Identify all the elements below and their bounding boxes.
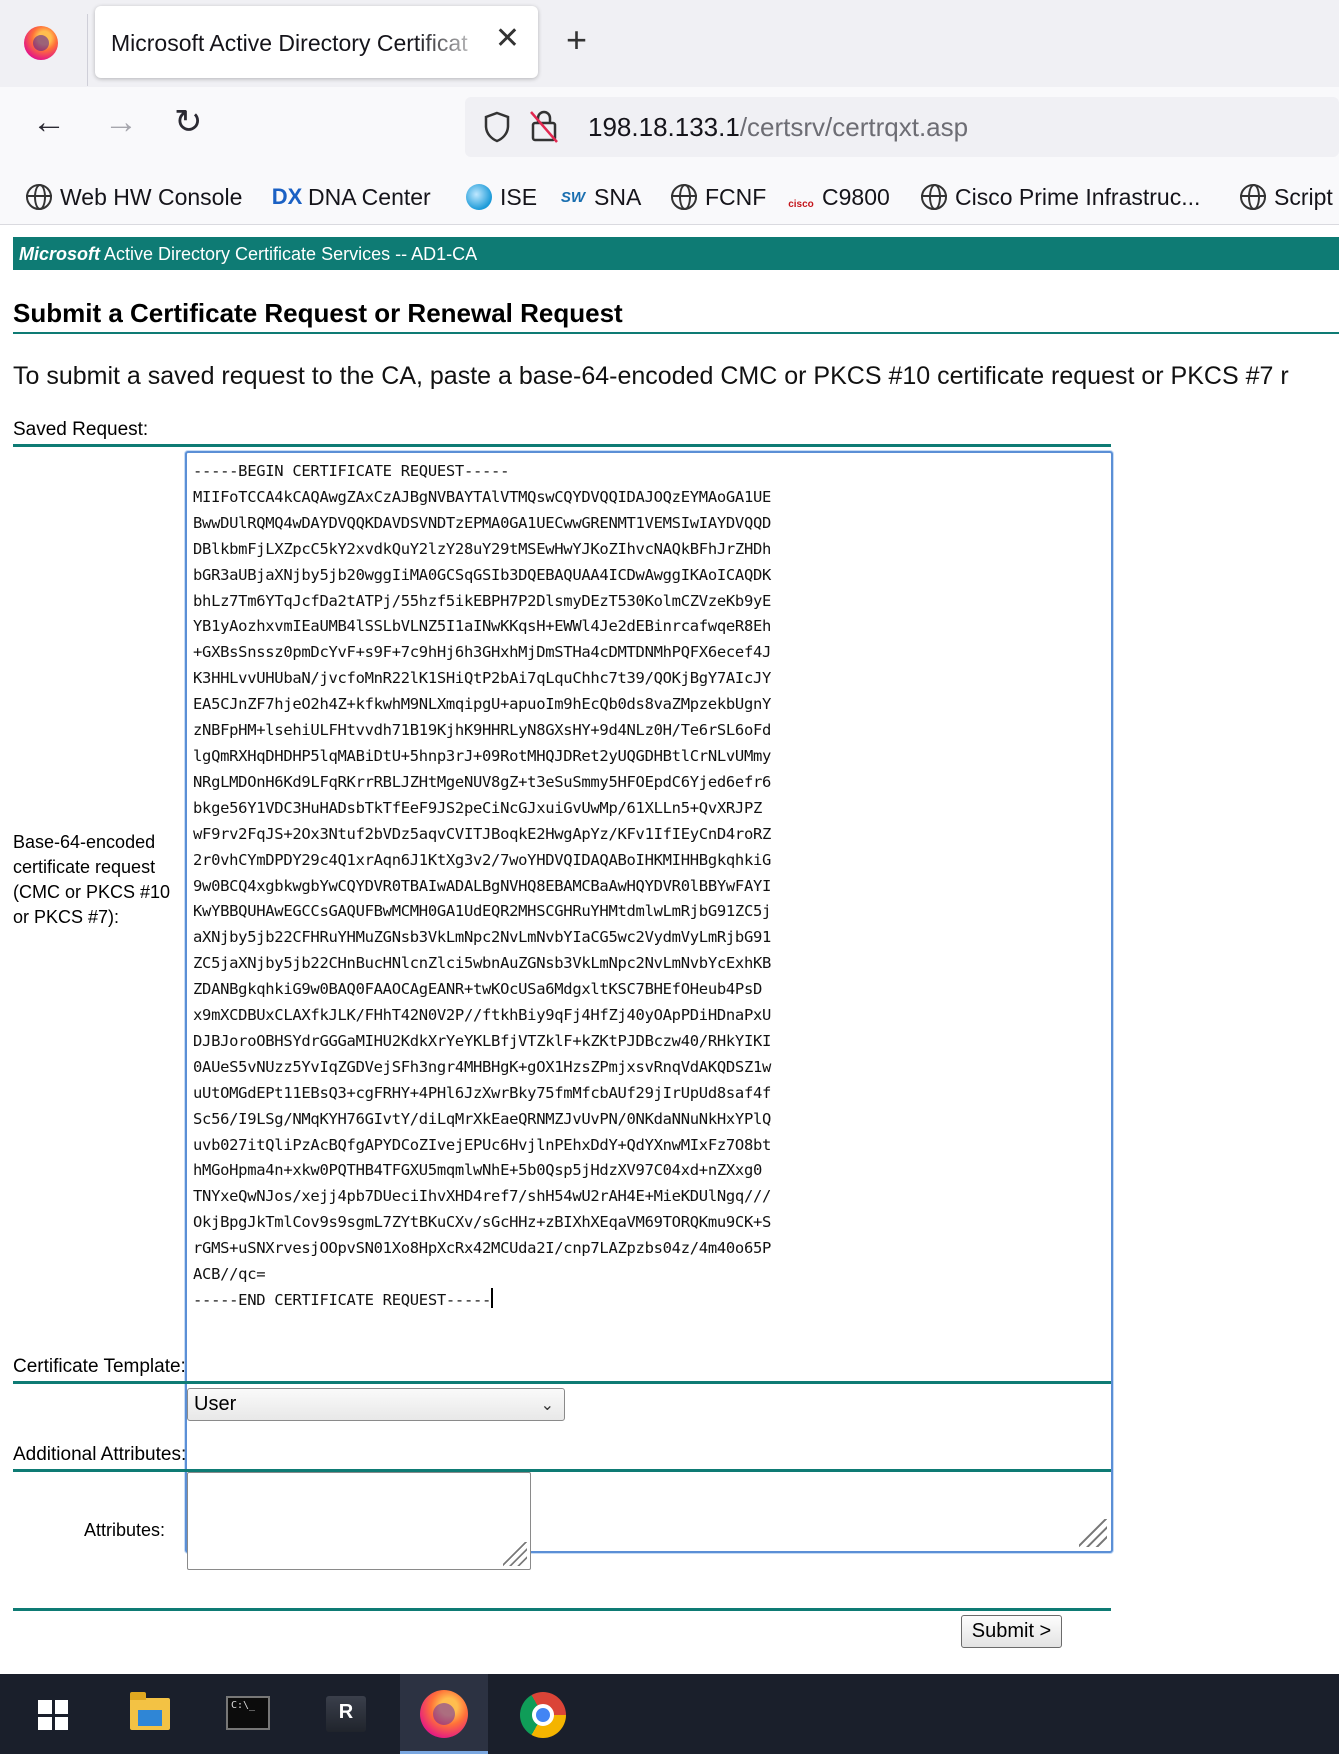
attributes-textarea[interactable]: [187, 1472, 531, 1570]
intro-text: To submit a saved request to the CA, pas…: [13, 362, 1289, 390]
start-button[interactable]: [6, 1674, 94, 1754]
tab-certsrv[interactable]: Microsoft Active Directory Certificat ✕: [95, 6, 538, 78]
bookmark-label: SNA: [594, 183, 642, 210]
sna-icon: SW: [560, 188, 586, 206]
header-brand: Microsoft: [19, 244, 100, 264]
tracking-protection-shield-icon[interactable]: [483, 111, 511, 143]
terminal-icon: [226, 1696, 270, 1730]
remote-desktop-manager-icon: R: [326, 1696, 366, 1732]
bookmark-script[interactable]: Script: [1240, 181, 1333, 213]
bookmark-web-hw-console[interactable]: Web HW Console: [26, 181, 242, 213]
globe-icon: [26, 184, 52, 210]
page-title: Submit a Certificate Request or Renewal …: [13, 298, 623, 328]
bookmark-label: Cisco Prime Infrastruc...: [955, 183, 1201, 210]
address-bar[interactable]: 198.18.133.1/certsrv/certrqxt.asp: [465, 97, 1339, 157]
new-tab-button[interactable]: +: [566, 22, 587, 58]
firefox-menu-icon[interactable]: [24, 26, 58, 60]
resize-grip-icon[interactable]: [503, 1542, 527, 1566]
globe-icon: [1240, 184, 1266, 210]
ca-header-bar: Microsoft Active Directory Certificate S…: [13, 237, 1339, 270]
taskbar-remote-desktop-manager[interactable]: R: [302, 1674, 390, 1754]
bookmark-ise[interactable]: ISE: [466, 181, 537, 213]
saved-request-label: Saved Request:: [13, 419, 149, 440]
form-bottom-divider: [13, 1608, 1111, 1611]
attributes-divider: [13, 1469, 1111, 1472]
insecure-lock-icon[interactable]: [529, 109, 559, 143]
reload-button[interactable]: ↻: [174, 105, 203, 139]
template-selected-value: User: [194, 1393, 237, 1415]
header-text: Active Directory Certificate Services --…: [100, 244, 478, 264]
taskbar-chrome[interactable]: [498, 1674, 586, 1754]
forward-button[interactable]: →: [104, 105, 138, 139]
tab-strip: Microsoft Active Directory Certificat ✕ …: [0, 0, 1339, 87]
close-tab-icon[interactable]: ✕: [495, 24, 520, 54]
taskbar-command-prompt[interactable]: [202, 1674, 290, 1754]
url-path: /certsrv/certrqxt.asp: [739, 112, 969, 142]
certificate-template-select[interactable]: User ⌄: [187, 1388, 565, 1421]
bookmark-label: DNA Center: [308, 183, 431, 210]
additional-attributes-label: Additional Attributes:: [13, 1444, 187, 1465]
saved-request-divider: [13, 444, 1111, 447]
resize-grip-icon[interactable]: [1079, 1519, 1107, 1547]
bookmark-dna-center[interactable]: DX DNA Center: [271, 181, 431, 213]
bookmark-label: C9800: [822, 183, 890, 210]
dna-center-icon: DX: [271, 184, 303, 209]
bookmark-fcnf[interactable]: FCNF: [671, 181, 766, 213]
back-button[interactable]: ←: [32, 105, 66, 139]
bookmark-c9800[interactable]: cisco C9800: [788, 181, 890, 213]
firefox-icon: [420, 1690, 468, 1738]
bookmark-sna[interactable]: SW SNA: [560, 181, 641, 213]
url-text[interactable]: 198.18.133.1/certsrv/certrqxt.asp: [588, 112, 968, 143]
bookmarks-toolbar: Web HW Console DX DNA Center ISE SW SNA …: [0, 169, 1339, 225]
chevron-down-icon: ⌄: [540, 1397, 554, 1414]
bookmark-label: FCNF: [705, 183, 767, 210]
taskbar-firefox[interactable]: [400, 1674, 488, 1754]
ise-icon: [466, 184, 492, 210]
globe-icon: [921, 184, 947, 210]
windows-logo-icon: [38, 1700, 68, 1730]
taskbar-file-explorer[interactable]: [104, 1674, 192, 1754]
base64-field-label: Base-64-encoded certificate request (CMC…: [13, 832, 171, 927]
chrome-icon: [520, 1692, 566, 1738]
url-host: 198.18.133.1: [588, 112, 740, 142]
tab-title: Microsoft Active Directory Certificat: [111, 30, 468, 56]
page-content: Microsoft Active Directory Certificate S…: [0, 226, 1339, 1674]
folder-icon: [130, 1692, 170, 1730]
bookmark-label: ISE: [500, 183, 538, 210]
request-content: -----BEGIN CERTIFICATE REQUEST----- MIIF…: [193, 462, 772, 1309]
windows-taskbar: R: [0, 1674, 1339, 1754]
globe-icon: [671, 184, 697, 210]
title-divider: [13, 332, 1339, 334]
tab-divider: [87, 14, 88, 86]
attributes-field-label: Attributes:: [84, 1520, 166, 1540]
navigation-toolbar: ← → ↻ 198.18.133.1/certsrv/certrqxt.asp: [0, 87, 1339, 169]
bookmark-cisco-prime[interactable]: Cisco Prime Infrastruc...: [921, 181, 1200, 213]
template-divider: [13, 1381, 1111, 1384]
certificate-template-label: Certificate Template:: [13, 1356, 186, 1377]
cisco-icon: cisco: [788, 199, 814, 210]
bookmark-label: Web HW Console: [60, 183, 243, 210]
text-caret: [491, 1288, 494, 1308]
submit-button[interactable]: Submit >: [961, 1615, 1062, 1648]
certificate-request-text: -----BEGIN CERTIFICATE REQUEST----- MIIF…: [193, 459, 1105, 1314]
bookmark-label: Script: [1274, 183, 1333, 210]
